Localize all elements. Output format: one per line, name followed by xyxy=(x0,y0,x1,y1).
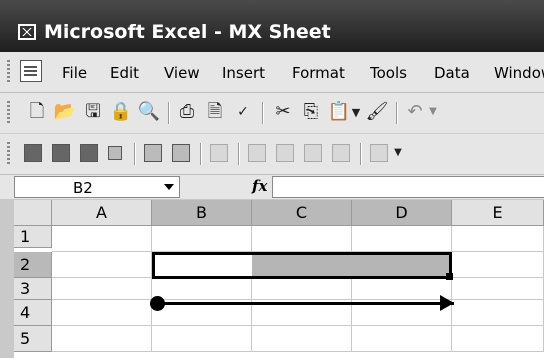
excel-app-icon[interactable] xyxy=(18,24,36,40)
form-icon[interactable] xyxy=(144,144,162,162)
cell-e4[interactable] xyxy=(452,300,544,326)
cell-a3[interactable] xyxy=(52,278,152,300)
toolbar-separator xyxy=(134,143,136,165)
undo-icon[interactable]: ↶ xyxy=(404,101,426,123)
menu-data[interactable]: Data xyxy=(434,64,470,82)
paste-icon[interactable]: 📋 xyxy=(328,101,350,123)
toolbar-separator xyxy=(168,102,170,124)
open-icon[interactable]: 📂 xyxy=(54,101,76,123)
menu-grip[interactable] xyxy=(7,60,10,84)
menu-window[interactable]: Window xyxy=(494,64,544,82)
table-icon[interactable] xyxy=(52,144,70,162)
row-header-2[interactable]: 2 xyxy=(14,252,52,278)
row-header-3[interactable]: 3 xyxy=(14,278,52,300)
cell-c5[interactable] xyxy=(252,326,352,352)
name-box-value: B2 xyxy=(73,179,93,197)
grid2-icon[interactable] xyxy=(276,144,294,162)
toolbar-separator xyxy=(262,102,264,124)
sheet-icon[interactable] xyxy=(24,144,42,162)
select-all-corner[interactable] xyxy=(14,200,52,226)
row-header-5[interactable]: 5 xyxy=(14,326,52,352)
fill-handle[interactable] xyxy=(446,273,453,280)
row-header-4[interactable]: 4 xyxy=(14,300,52,326)
menu-insert[interactable]: Insert xyxy=(222,64,265,82)
cell-b1[interactable] xyxy=(152,226,252,252)
formula-input[interactable] xyxy=(272,176,544,198)
permission-icon[interactable]: 🔒 xyxy=(110,101,132,123)
print-icon[interactable]: ⎙ xyxy=(176,101,198,123)
cell-a5[interactable] xyxy=(52,326,152,352)
drag-arrowhead-icon xyxy=(440,295,454,311)
cell-a1[interactable] xyxy=(52,226,152,252)
grid4-icon[interactable] xyxy=(332,144,350,162)
toolbar-separator xyxy=(396,102,398,124)
research-icon[interactable]: 🔍 xyxy=(138,101,160,123)
toolbar-grip[interactable] xyxy=(7,142,10,166)
cell-d1[interactable] xyxy=(352,226,452,252)
title-bar: Microsoft Excel - MX Sheet xyxy=(0,0,544,52)
spelling-icon[interactable]: ✓ xyxy=(232,101,254,123)
window-title: Microsoft Excel - MX Sheet xyxy=(44,21,331,43)
name-box[interactable]: B2 xyxy=(14,176,180,198)
more-icon[interactable]: ▼ xyxy=(392,142,404,164)
formula-bar: B2 fx xyxy=(0,175,544,199)
cell-e3[interactable] xyxy=(452,278,544,300)
row-header-1[interactable]: 1 xyxy=(14,226,52,248)
cell-a2[interactable] xyxy=(52,252,152,278)
selected-range-border[interactable] xyxy=(152,252,452,279)
menu-edit[interactable]: Edit xyxy=(110,64,139,82)
cell-e2[interactable] xyxy=(452,252,544,278)
print-preview-icon[interactable]: 🗎 xyxy=(204,101,226,123)
toolbar-separator xyxy=(360,143,362,165)
grid3-icon[interactable] xyxy=(304,144,322,162)
drag-start-dot xyxy=(150,296,165,311)
menu-bar: File Edit View Insert Format Tools Data … xyxy=(0,52,544,93)
column-header-c[interactable]: C xyxy=(252,200,352,226)
save-icon[interactable]: 🖫 xyxy=(82,101,104,123)
toolbar-separator xyxy=(200,143,202,165)
form2-icon[interactable] xyxy=(172,144,190,162)
menu-tools[interactable]: Tools xyxy=(370,64,407,82)
menu-format[interactable]: Format xyxy=(292,64,345,82)
cell-e1[interactable] xyxy=(452,226,544,252)
format-painter-icon[interactable]: 🖌 xyxy=(366,101,389,123)
menu-view[interactable]: View xyxy=(164,64,200,82)
name-box-dropdown-icon[interactable] xyxy=(164,184,174,190)
cell-b5[interactable] xyxy=(152,326,252,352)
cell-c3[interactable] xyxy=(252,278,352,300)
cell-b3[interactable] xyxy=(152,278,252,300)
cell-a4[interactable] xyxy=(52,300,152,326)
copy-icon[interactable]: ⎘ xyxy=(300,101,322,123)
worksheet-grid[interactable]: A B C D E 1 2 3 4 5 xyxy=(14,200,544,358)
column-header-d[interactable]: D xyxy=(352,200,452,226)
cell-d5[interactable] xyxy=(352,326,452,352)
report-icon[interactable] xyxy=(80,144,98,162)
drag-arrow-line xyxy=(158,302,454,305)
document-icon[interactable] xyxy=(20,60,42,82)
cell-c1[interactable] xyxy=(252,226,352,252)
new-icon[interactable]: 🗋 xyxy=(26,101,48,123)
column-header-b[interactable]: B xyxy=(152,200,252,226)
toolbar-grip[interactable] xyxy=(7,101,10,125)
toolbar-separator xyxy=(238,143,240,165)
paste-dropdown-icon[interactable]: ▼ xyxy=(350,101,362,123)
menu-file[interactable]: File xyxy=(62,64,87,82)
border-icon[interactable] xyxy=(210,144,228,162)
cell-d3[interactable] xyxy=(352,278,452,300)
small-square-icon[interactable] xyxy=(108,146,122,160)
secondary-toolbar: ▼ xyxy=(0,134,544,175)
cut-icon[interactable]: ✂ xyxy=(272,101,294,123)
column-header-a[interactable]: A xyxy=(52,200,152,226)
insert-function-icon[interactable]: fx xyxy=(252,177,267,195)
grid1-icon[interactable] xyxy=(248,144,266,162)
column-header-e[interactable]: E xyxy=(452,200,544,226)
cell-e5[interactable] xyxy=(452,326,544,352)
undo-dropdown-icon[interactable]: ▼ xyxy=(428,101,438,123)
standard-toolbar: 🗋 📂 🖫 🔒 🔍 ⎙ 🗎 ✓ ✂ ⎘ 📋 ▼ 🖌 ↶ ▼ xyxy=(0,93,544,134)
chart-icon[interactable] xyxy=(370,144,388,162)
